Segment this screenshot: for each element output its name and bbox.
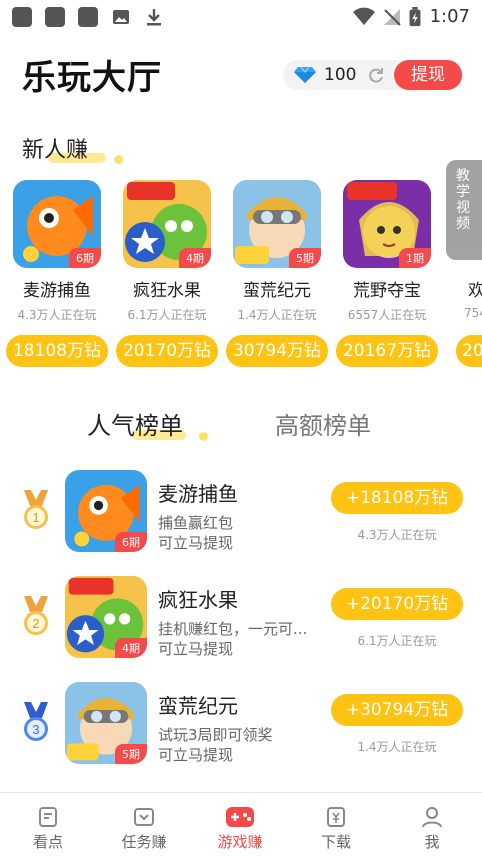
reward-button[interactable]: 18108万钻	[6, 335, 108, 367]
player-count: 4.3万人正在玩	[357, 528, 437, 542]
reward-button[interactable]: 20170万钻	[116, 335, 218, 367]
tab-dot	[199, 432, 208, 441]
notification-icon	[12, 7, 32, 27]
nav-item-tasks[interactable]: 任务赚	[96, 793, 192, 856]
new-user-carousel[interactable]: 6期 麦游捕鱼 4.3万人正在玩 18108万钻 4期 疯狂水果 6.1万人正在…	[0, 170, 482, 370]
list-item[interactable]: 3 5期 蛮荒纪元 试玩3局即可领奖 可立马提现 +30794万钻 1.4万人正…	[0, 672, 482, 778]
game-withdraw-note: 可立马提现	[158, 640, 234, 658]
tab-popular[interactable]: 人气榜单	[87, 406, 183, 441]
game-description: 捕鱼赢红包	[158, 514, 234, 532]
period-tag: 1期	[399, 248, 431, 268]
game-description: 挂机赚红包，一元可...	[158, 620, 308, 638]
tutorial-video-tab[interactable]: 教学视频	[446, 160, 482, 260]
game-name: 麦游捕鱼	[23, 281, 91, 301]
news-icon	[39, 807, 57, 827]
game-card[interactable]: 6期 麦游捕鱼 4.3万人正在玩 18108万钻	[0, 180, 110, 370]
reward-button[interactable]: 20	[456, 335, 482, 367]
game-name: 蛮荒纪元	[243, 281, 311, 301]
medal-icon: 1	[24, 490, 48, 529]
medal-icon: 2	[24, 596, 48, 635]
game-icon-fish: 6期	[13, 180, 101, 268]
nav-label: 看点	[32, 833, 63, 851]
diamond-icon	[294, 66, 316, 83]
nav-label: 下载	[320, 833, 351, 851]
medal-rank: 3	[32, 722, 39, 737]
page-title: 乐玩大厅	[22, 58, 162, 98]
medal-rank: 1	[32, 510, 39, 525]
notification-icon	[45, 7, 65, 27]
reward-button[interactable]: +18108万钻	[331, 482, 463, 514]
game-withdraw-note: 可立马提现	[158, 534, 234, 552]
nav-item-profile[interactable]: 我	[384, 793, 480, 856]
player-count: 6.1万人正在玩	[127, 308, 207, 322]
player-count: 4.3万人正在玩	[17, 308, 97, 322]
clock: 1:07	[429, 6, 470, 27]
battery-icon	[409, 7, 421, 27]
nav-label: 任务赚	[121, 833, 167, 851]
game-name: 蛮荒纪元	[158, 694, 238, 718]
bottom-nav: 看点 任务赚 游戏赚 下载 我	[0, 792, 482, 856]
game-icon-fruit: 4期	[123, 180, 211, 268]
game-withdraw-note: 可立马提现	[158, 746, 234, 764]
image-icon	[113, 10, 129, 24]
title-dot	[114, 155, 123, 164]
tab-high-value[interactable]: 高额榜单	[275, 406, 371, 441]
game-name: 欢	[468, 281, 482, 301]
game-name: 疯狂水果	[133, 281, 201, 301]
nav-label: 游戏赚	[217, 833, 263, 851]
reward-button[interactable]: +30794万钻	[331, 694, 463, 726]
nav-item-news[interactable]: 看点	[0, 793, 96, 856]
no-signal-icon	[384, 9, 401, 26]
period-tag: 4期	[115, 638, 147, 658]
status-bar: 1:07	[0, 0, 482, 34]
player-count: 6.1万人正在玩	[357, 634, 437, 648]
game-icon-fish: 6期	[65, 470, 147, 552]
task-icon	[134, 808, 154, 826]
player-count: 1.4万人正在玩	[357, 740, 437, 754]
game-icon-fruit: 4期	[65, 576, 147, 658]
withdraw-button[interactable]: 提现	[394, 60, 462, 90]
profile-icon	[422, 807, 442, 828]
nav-label: 我	[424, 833, 440, 851]
reward-button[interactable]: +20170万钻	[331, 588, 463, 620]
game-icon-warrior: 5期	[65, 682, 147, 764]
balance-value: 100	[324, 65, 357, 85]
game-name: 麦游捕鱼	[158, 482, 238, 506]
game-name: 疯狂水果	[158, 588, 238, 612]
wifi-icon	[353, 7, 375, 25]
refresh-icon[interactable]	[367, 66, 385, 84]
medal-icon: 3	[24, 702, 48, 741]
ranking-list[interactable]: 1 6期 麦游捕鱼 捕鱼赢红包 可立马提现 +18108万钻 4.3万人正在玩 …	[0, 460, 482, 790]
period-tag: 4期	[179, 248, 211, 268]
period-tag: 6期	[115, 532, 147, 552]
list-item[interactable]: 1 6期 麦游捕鱼 捕鱼赢红包 可立马提现 +18108万钻 4.3万人正在玩	[0, 460, 482, 566]
period-tag: 6期	[69, 248, 101, 268]
gamepad-icon	[226, 807, 254, 827]
medal-rank: 2	[32, 616, 39, 631]
game-card[interactable]: 1期 荒野夺宝 6557人正在玩 20167万钻	[330, 180, 440, 370]
game-card[interactable]: 5期 蛮荒纪元 1.4万人正在玩 30794万钻	[220, 180, 330, 370]
game-icon-treasure: 1期	[343, 180, 431, 268]
period-tag: 5期	[289, 248, 321, 268]
reward-button[interactable]: 20167万钻	[336, 335, 438, 367]
notification-icon	[78, 7, 98, 27]
section-title: 新人赚	[22, 138, 89, 163]
player-count: 1.4万人正在玩	[237, 308, 317, 322]
player-count: 6557人正在玩	[347, 308, 427, 322]
balance-pill: 100 提现	[283, 60, 463, 90]
game-card[interactable]: 4期 疯狂水果 6.1万人正在玩 20170万钻	[110, 180, 220, 370]
download-icon	[327, 807, 345, 827]
player-count: 754	[464, 306, 482, 320]
list-item[interactable]: 2 4期 疯狂水果 挂机赚红包，一元可... 可立马提现 +20170万钻 6.…	[0, 566, 482, 672]
game-name: 荒野夺宝	[353, 281, 421, 301]
reward-button[interactable]: 30794万钻	[226, 335, 328, 367]
nav-item-download[interactable]: 下载	[288, 793, 384, 856]
game-description: 试玩3局即可领奖	[158, 726, 273, 744]
period-tag: 5期	[115, 744, 147, 764]
game-icon-warrior: 5期	[233, 180, 321, 268]
nav-item-games[interactable]: 游戏赚	[192, 793, 288, 856]
download-status-icon	[147, 9, 161, 26]
